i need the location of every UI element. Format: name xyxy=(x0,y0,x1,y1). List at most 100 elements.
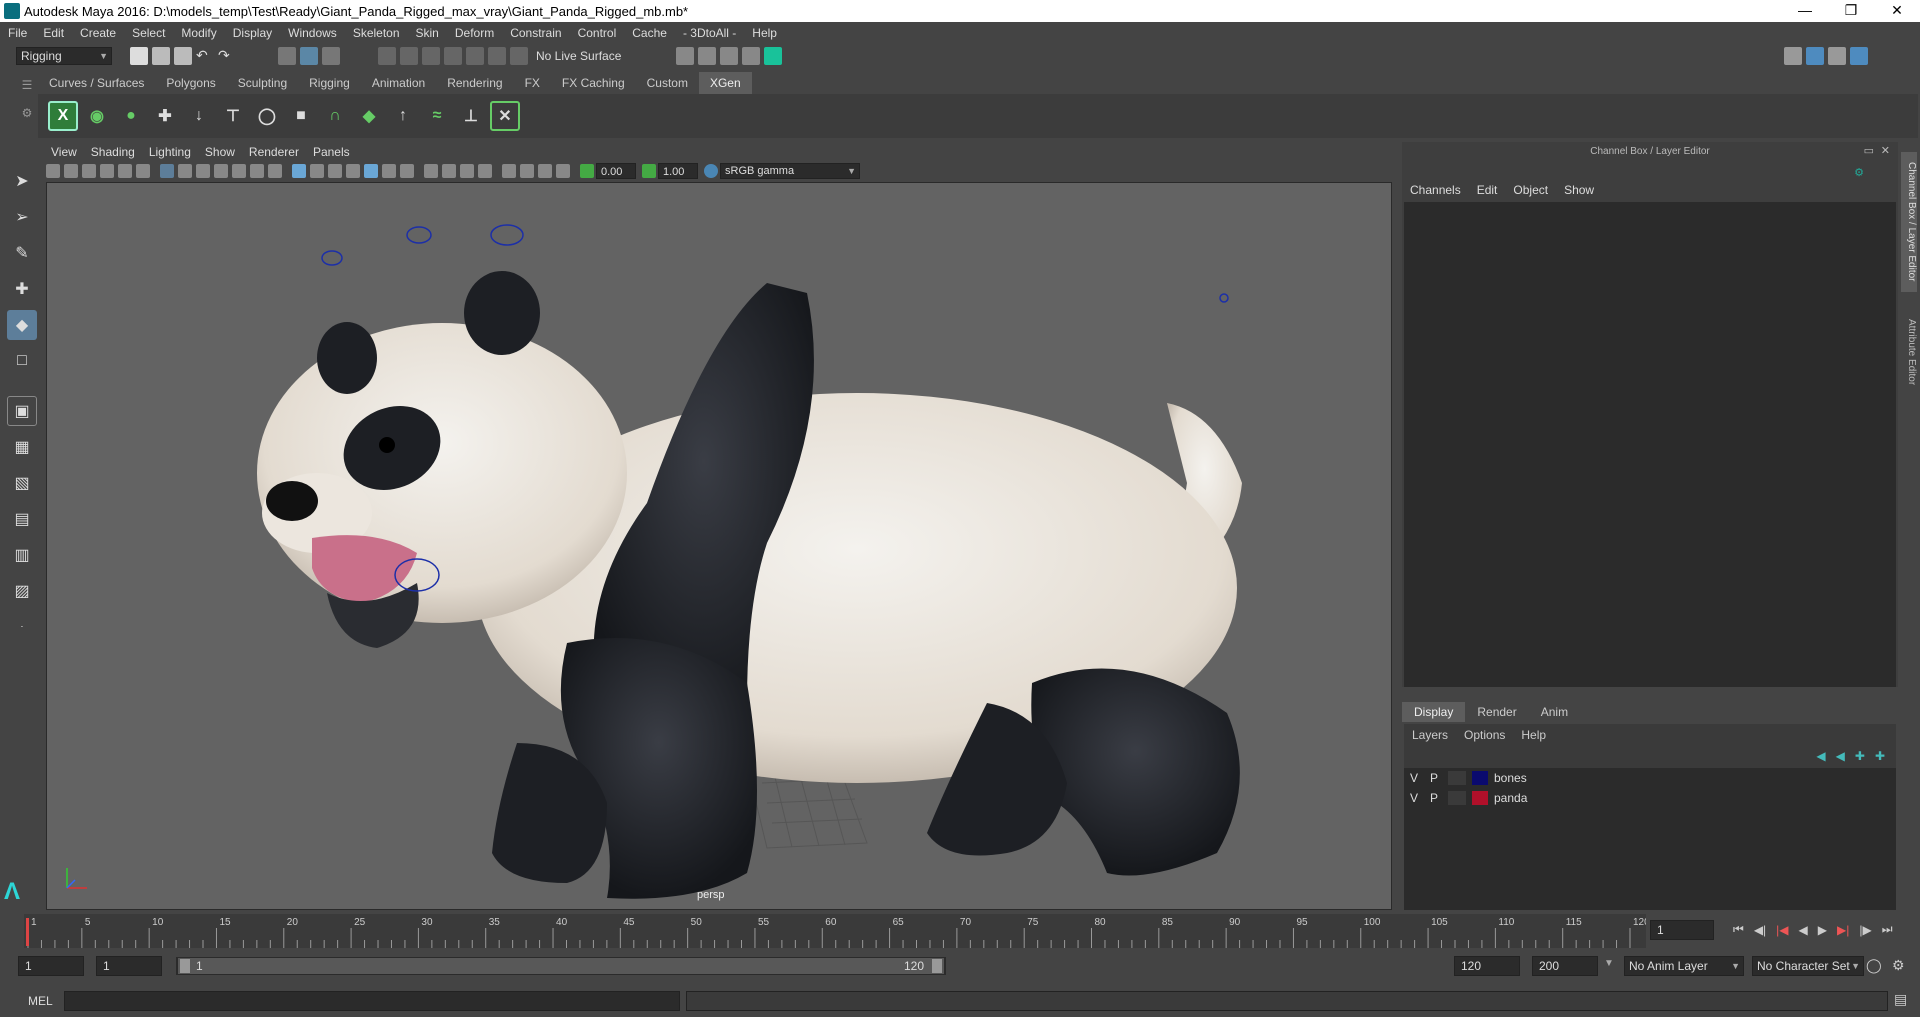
xgen-sculpt-guide-icon[interactable]: ↓ xyxy=(184,101,214,131)
tab-fx-caching[interactable]: FX Caching xyxy=(550,72,636,94)
step-forward-key-icon[interactable]: |▶ xyxy=(1859,923,1871,937)
menu-file[interactable]: File xyxy=(0,22,35,44)
layer-visibility[interactable]: V xyxy=(1404,771,1424,785)
auto-key-icon[interactable]: ◯ xyxy=(1866,957,1882,974)
menu-deform[interactable]: Deform xyxy=(447,22,502,44)
menu-windows[interactable]: Windows xyxy=(280,22,345,44)
depth-of-field-icon[interactable] xyxy=(478,164,492,178)
select-object-icon[interactable] xyxy=(300,47,318,65)
command-input[interactable] xyxy=(64,991,680,1011)
screen-space-ao-icon[interactable] xyxy=(424,164,438,178)
xray-joints-icon[interactable] xyxy=(538,164,552,178)
tab-curves-surfaces[interactable]: Curves / Surfaces xyxy=(38,72,156,94)
layer-color-swatch[interactable] xyxy=(1472,771,1488,785)
snap-grid-icon[interactable] xyxy=(378,47,396,65)
xgen-place-icon[interactable]: ⊤ xyxy=(218,101,248,131)
tab-channel-box-layer-editor[interactable]: Channel Box / Layer Editor xyxy=(1901,152,1917,292)
render-view-icon[interactable] xyxy=(742,47,760,65)
channel-menu-edit[interactable]: Edit xyxy=(1469,180,1506,200)
menu-modify[interactable]: Modify xyxy=(173,22,224,44)
modeling-toolkit-icon[interactable] xyxy=(1806,47,1824,65)
play-backward-icon[interactable]: ◀ xyxy=(1799,923,1808,937)
go-to-start-icon[interactable]: ⏮ xyxy=(1733,922,1744,937)
select-hierarchy-icon[interactable] xyxy=(278,47,296,65)
channel-list[interactable] xyxy=(1404,202,1896,687)
menu-display[interactable]: Display xyxy=(225,22,280,44)
animation-preferences-icon[interactable]: ⚙ xyxy=(1892,957,1905,974)
range-start-handle[interactable] xyxy=(180,959,190,973)
panel-menu-lighting[interactable]: Lighting xyxy=(142,142,198,162)
panel-menu-shading[interactable]: Shading xyxy=(84,142,142,162)
panel-menu-view[interactable]: View xyxy=(44,142,84,162)
tab-anim-layers[interactable]: Anim xyxy=(1529,702,1580,722)
menu-cache[interactable]: Cache xyxy=(624,22,675,44)
layer-menu-options[interactable]: Options xyxy=(1456,728,1513,742)
current-frame-field[interactable]: 1 xyxy=(1650,920,1714,940)
ipr-render-icon[interactable] xyxy=(720,47,738,65)
menu-edit[interactable]: Edit xyxy=(35,22,72,44)
layer-display-type[interactable] xyxy=(1448,791,1466,805)
go-to-end-icon[interactable]: ⏭ xyxy=(1882,922,1893,937)
menu-3dtoall[interactable]: - 3DtoAll - xyxy=(675,22,744,44)
more-layouts-icon[interactable]: ⋅ xyxy=(7,612,37,642)
default-material-icon[interactable] xyxy=(346,164,360,178)
channel-menu-channels[interactable]: Channels xyxy=(1402,180,1469,200)
persp-outliner-layout-icon[interactable]: ▧ xyxy=(7,468,37,498)
bookmark-icon[interactable] xyxy=(82,164,96,178)
current-time-marker[interactable] xyxy=(26,918,29,946)
live-surface-label[interactable]: No Live Surface xyxy=(536,49,636,63)
gamma-field[interactable]: 1.00 xyxy=(658,163,698,179)
layer-row[interactable]: V P panda xyxy=(1404,788,1896,808)
persp-graph-layout-icon[interactable]: ▤ xyxy=(7,504,37,534)
channel-options-icon[interactable]: ⚙ xyxy=(1854,166,1864,179)
move-layer-down-icon[interactable]: ◀ xyxy=(1836,749,1845,763)
layer-menu-help[interactable]: Help xyxy=(1513,728,1554,742)
layer-visibility[interactable]: V xyxy=(1404,791,1424,805)
textured-icon[interactable] xyxy=(364,164,378,178)
channel-menu-object[interactable]: Object xyxy=(1505,180,1556,200)
range-slider-bar[interactable] xyxy=(178,958,944,974)
xgen-cut-icon[interactable]: ⊥ xyxy=(456,101,486,131)
new-layer-selected-icon[interactable]: ✚ xyxy=(1875,749,1885,763)
play-forward-icon[interactable]: ▶ xyxy=(1818,923,1827,937)
close-icon[interactable]: ✕ xyxy=(1874,0,1920,22)
wireframe-on-shaded-icon[interactable] xyxy=(328,164,342,178)
2d-pan-zoom-icon[interactable] xyxy=(118,164,132,178)
chevron-down-icon[interactable]: ▼ xyxy=(1604,958,1614,969)
select-component-icon[interactable] xyxy=(322,47,340,65)
playback-end-field[interactable]: 120 xyxy=(1454,956,1520,976)
tab-animation[interactable]: Animation xyxy=(360,72,437,94)
new-scene-icon[interactable] xyxy=(130,47,148,65)
shadows-icon[interactable] xyxy=(400,164,414,178)
tab-custom[interactable]: Custom xyxy=(635,72,699,94)
xgen-lock-icon[interactable]: ■ xyxy=(286,101,316,131)
smooth-shade-icon[interactable] xyxy=(310,164,324,178)
xgen-add-guide-icon[interactable]: ✚ xyxy=(150,101,180,131)
step-back-key-icon[interactable]: ◀| xyxy=(1754,923,1766,937)
shelf-menu-icon[interactable]: ☰ ⚙ xyxy=(20,78,34,138)
multisample-aa-icon[interactable] xyxy=(460,164,474,178)
tab-display-layers[interactable]: Display xyxy=(1402,702,1466,722)
lasso-tool-icon[interactable]: ➢ xyxy=(7,202,37,232)
wireframe-icon[interactable] xyxy=(292,164,306,178)
scale-tool-icon[interactable]: □ xyxy=(7,346,37,376)
menu-skin[interactable]: Skin xyxy=(408,22,447,44)
paint-select-tool-icon[interactable]: ✎ xyxy=(7,238,37,268)
layer-row[interactable]: V P bones xyxy=(1404,768,1896,788)
field-chart-icon[interactable] xyxy=(232,164,246,178)
rotate-tool-icon[interactable]: ◆ xyxy=(7,310,37,340)
menu-control[interactable]: Control xyxy=(570,22,625,44)
xgen-groom-icon[interactable]: ↑ xyxy=(388,101,418,131)
snap-point-icon[interactable] xyxy=(422,47,440,65)
outliner-layout-icon[interactable]: ▨ xyxy=(7,576,37,606)
render-settings-icon[interactable] xyxy=(676,47,694,65)
move-tool-icon[interactable]: ✚ xyxy=(7,274,37,304)
resolution-gate-icon[interactable] xyxy=(196,164,210,178)
isolate-select-icon[interactable] xyxy=(502,164,516,178)
workspace-icon[interactable] xyxy=(1784,47,1802,65)
script-editor-icon[interactable]: ▤ xyxy=(1894,991,1907,1008)
step-back-frame-icon[interactable]: |◀ xyxy=(1776,923,1788,937)
xgen-grass-icon[interactable]: ∩ xyxy=(320,101,350,131)
four-view-layout-icon[interactable]: ▦ xyxy=(7,432,37,462)
open-scene-icon[interactable] xyxy=(152,47,170,65)
